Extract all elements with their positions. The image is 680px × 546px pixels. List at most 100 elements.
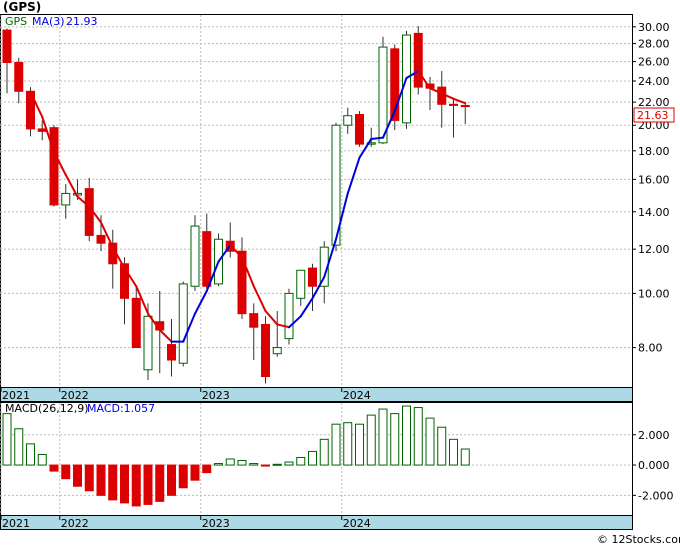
- macd-legend-value: MACD:1.057: [87, 402, 155, 415]
- macd-bar: [178, 464, 188, 489]
- watermark: © 12Stocks.com: [597, 533, 680, 546]
- macd-bar: [272, 463, 282, 466]
- macd-bar: [96, 464, 106, 496]
- x-tick-label: 2021: [2, 389, 30, 402]
- macd-bar: [378, 408, 388, 466]
- macd-bar: [237, 460, 247, 466]
- candle-body-down: [37, 128, 47, 132]
- macd-legend: MACD(26,12,9): [5, 402, 89, 415]
- candle-body-up: [272, 347, 282, 355]
- macd-bar: [61, 464, 71, 480]
- x-tick-label: 2021: [2, 517, 30, 530]
- macd-bar: [425, 417, 435, 466]
- price-tick-label: 12.00: [638, 243, 670, 256]
- candle-body-down: [96, 234, 106, 244]
- candle: [49, 125, 59, 207]
- candle-body-down: [167, 344, 176, 361]
- candle: [378, 36, 388, 145]
- macd-bar: [390, 413, 400, 466]
- macd-bar: [73, 464, 82, 487]
- macd-bar: [49, 464, 59, 472]
- price-tick-label: 14.00: [638, 206, 670, 219]
- price-tick-label: 16.00: [638, 173, 670, 186]
- price-x-axis-band: [0, 387, 633, 402]
- macd-bar: [143, 464, 153, 505]
- macd-tick-label: 2.000: [638, 429, 670, 442]
- price-tick-label: 22.00: [638, 96, 670, 109]
- candle-body-down: [308, 267, 317, 287]
- price-tick-label: 10.00: [638, 287, 670, 300]
- x-tick-label: 2024: [343, 517, 371, 530]
- price-tick-label: 26.00: [638, 56, 670, 69]
- candle: [413, 26, 423, 95]
- candle-body-down: [202, 231, 212, 287]
- legend-ma-value: 21.93: [66, 15, 98, 28]
- macd-tick-label: 0.000: [638, 459, 670, 472]
- candle-body-down: [131, 297, 141, 349]
- macd-bar: [37, 453, 47, 466]
- price-tick-label: 18.00: [638, 145, 670, 158]
- ma-segment: [370, 136, 384, 140]
- macd-bar: [460, 448, 470, 466]
- candle-body-up: [378, 46, 388, 144]
- stock-chart: 30.0028.0026.0024.0022.0020.0018.0016.00…: [0, 14, 680, 546]
- macd-bar: [355, 423, 364, 466]
- candle: [284, 288, 294, 345]
- macd-bar: [308, 450, 317, 466]
- candle: [190, 215, 200, 292]
- macd-bar: [331, 423, 341, 466]
- candle: [214, 233, 223, 287]
- macd-bar: [84, 464, 94, 492]
- macd-bar: [249, 463, 259, 466]
- candle-body-up: [143, 315, 153, 371]
- macd-bar: [296, 456, 306, 466]
- macd-tick-label: -2.000: [638, 489, 673, 502]
- candle-body-down: [449, 103, 458, 106]
- price-y-axis: 30.0028.0026.0024.0022.0020.0018.0016.00…: [632, 21, 670, 355]
- macd-bar: [14, 428, 24, 466]
- macd-bar: [413, 407, 423, 466]
- candle-body-down: [460, 104, 470, 108]
- macd-bar: [202, 464, 212, 474]
- candle-body-down: [237, 250, 247, 315]
- candle-body-down: [261, 323, 270, 378]
- price-tick-label: 28.00: [638, 38, 670, 51]
- x-tick-label: 2022: [61, 389, 89, 402]
- candle-body-down: [249, 313, 259, 328]
- price-tick-label: 8.00: [638, 342, 663, 355]
- macd-bar: [190, 464, 200, 481]
- macd-bar: [2, 413, 12, 466]
- candle-body-up: [178, 283, 188, 364]
- candle: [355, 111, 364, 147]
- price-tick-label: 30.00: [638, 21, 670, 34]
- x-tick-label: 2023: [202, 517, 230, 530]
- candle-body-up: [343, 115, 353, 126]
- macd-bar: [343, 422, 353, 466]
- macd-bar: [214, 463, 223, 466]
- macd-bar: [108, 464, 118, 501]
- macd-bar: [225, 458, 235, 466]
- macd-bar: [131, 464, 141, 507]
- price-panel: [0, 14, 633, 388]
- x-tick-label: 2023: [202, 389, 230, 402]
- candle-body-up: [190, 225, 200, 287]
- macd-bar: [366, 414, 376, 466]
- candle-body-up: [61, 192, 71, 206]
- legend-symbol: GPS: [5, 15, 27, 28]
- last-price-label: 21.63: [637, 109, 669, 122]
- macd-bar: [155, 464, 165, 502]
- macd-x-axis-band: [0, 515, 633, 530]
- candle: [261, 316, 270, 384]
- x-tick-label: 2024: [343, 389, 371, 402]
- macd-bar: [167, 464, 176, 496]
- candle-body-down: [413, 32, 423, 88]
- candle-body-down: [2, 29, 12, 63]
- legend-ma: MA(3): [32, 15, 65, 28]
- macd-bar: [284, 461, 294, 466]
- macd-bar: [449, 438, 458, 466]
- candle-body-up: [296, 269, 306, 299]
- candle: [178, 281, 188, 367]
- x-tick-label: 2022: [61, 517, 89, 530]
- macd-bar: [26, 443, 35, 466]
- macd-y-axis: 2.000 0.000 -2.000: [632, 429, 673, 502]
